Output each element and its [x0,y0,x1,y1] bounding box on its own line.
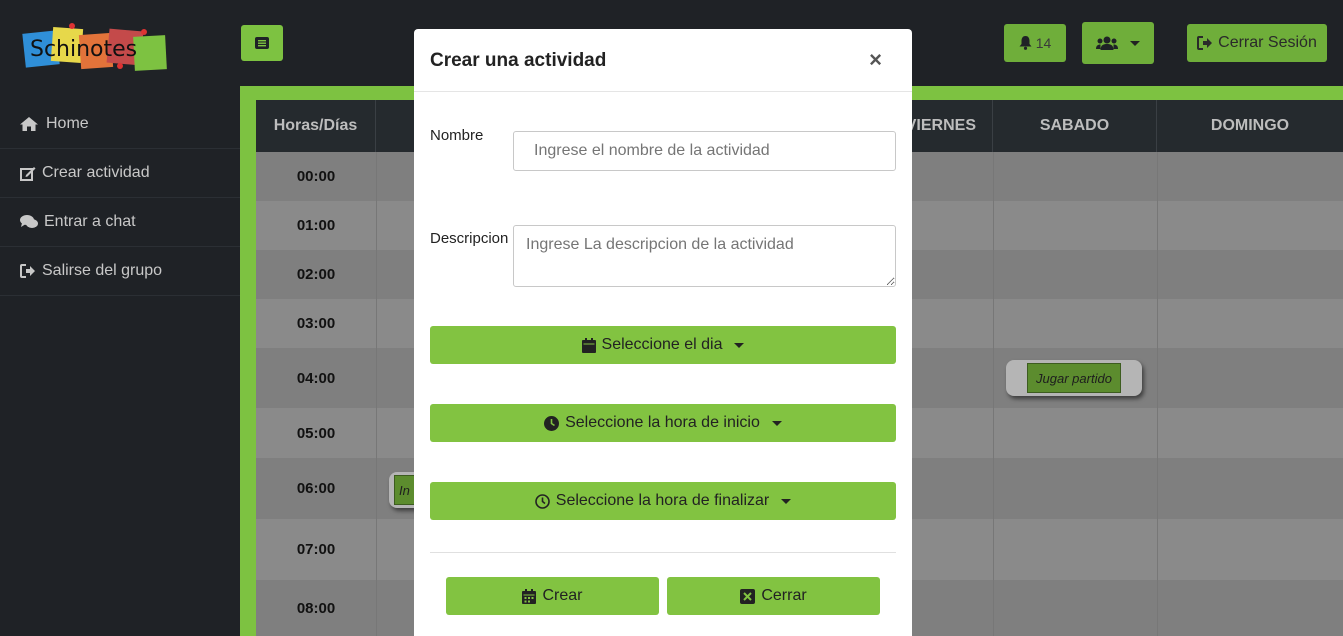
clock-icon [544,415,560,431]
modal-header: Crear una actividad × [414,29,912,92]
select-start-time-dropdown[interactable]: Seleccione la hora de inicio [430,404,896,442]
nombre-input[interactable] [513,131,896,171]
select-day-label: Seleccione el dia [601,336,723,353]
modal-footer-divider [430,552,896,553]
chevron-down-icon [734,342,745,348]
crear-button[interactable]: Crear [446,577,659,615]
descripcion-label: Descripcion [430,230,509,247]
select-end-time-label: Seleccione la hora de finalizar [555,492,770,509]
chevron-down-icon [781,498,792,504]
modal-title: Crear una actividad [430,50,607,71]
create-activity-modal: Crear una actividad × Nombre Descripcion… [414,29,912,636]
cerrar-label: Cerrar [761,587,807,604]
crear-label: Crear [542,587,583,604]
descripcion-textarea[interactable] [513,225,896,287]
select-day-dropdown[interactable]: Seleccione el dia [430,326,896,364]
calendar-icon [522,588,537,604]
select-start-time-label: Seleccione la hora de inicio [565,414,760,431]
calendar-icon [581,337,596,353]
cerrar-button[interactable]: Cerrar [667,577,880,615]
close-square-icon [740,588,756,604]
select-end-time-dropdown[interactable]: Seleccione la hora de finalizar [430,482,896,520]
clock-outline-icon [534,493,550,509]
close-icon[interactable]: × [869,49,882,71]
chevron-down-icon [771,420,782,426]
nombre-label: Nombre [430,127,484,144]
